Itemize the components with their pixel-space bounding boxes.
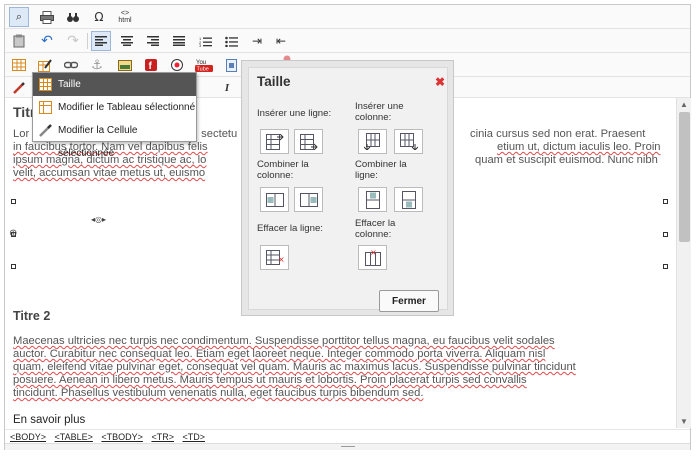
html-icon[interactable]: <> html (115, 7, 135, 27)
label-delete-col: Effacer la colonne: (355, 218, 396, 240)
indent-icon[interactable]: ⇥ (247, 31, 267, 51)
undo-icon[interactable]: ↶ (37, 31, 57, 51)
insert-col-right-icon (399, 133, 418, 150)
path-tag-table[interactable]: <TABLE> (55, 432, 93, 442)
paragraph-2-line-2: auctor. Curabitur nec consequat leo. Eti… (13, 348, 546, 360)
resize-handle[interactable] (11, 264, 16, 269)
scroll-thumb[interactable] (679, 112, 690, 242)
insert-row-above-icon (265, 133, 284, 150)
merge-row-down-button[interactable] (394, 187, 423, 212)
document-icon[interactable] (221, 55, 241, 75)
label-insert-row: Insérer une ligne: (257, 108, 332, 119)
omega-icon[interactable]: Ω (89, 7, 109, 27)
toolbar-row-2: ↶ ↷ 123 ⇥ ⇤ (5, 29, 690, 53)
outdent-icon[interactable]: ⇤ (271, 31, 291, 51)
insert-row-above-button[interactable] (260, 129, 289, 154)
label-merge-row: Combiner la ligne: (355, 159, 407, 181)
scroll-down-icon[interactable]: ▼ (680, 417, 688, 426)
path-tag-body[interactable]: <BODY> (10, 432, 46, 442)
pencil-icon (39, 124, 52, 137)
edit-table-icon (39, 101, 52, 114)
column-resize-icon[interactable]: ◂◎▸ (91, 215, 106, 224)
merge-col-right-button[interactable] (294, 187, 323, 212)
svg-text:Tube: Tube (197, 67, 209, 73)
path-tag-tbody[interactable]: <TBODY> (101, 432, 143, 442)
print-icon[interactable] (37, 7, 57, 27)
insert-col-left-icon (363, 133, 380, 150)
paragraph-2-line-3: quam, eleifend vitae pulvinar eget, cons… (13, 361, 576, 373)
table-context-menu: Taille Modifier le Tableau sélectionné M… (32, 72, 197, 159)
ordered-list-icon[interactable]: 123 (195, 31, 215, 51)
menu-item-label: Modifier le Tableau sélectionné (58, 102, 196, 113)
italic-icon[interactable]: I (217, 78, 237, 98)
taille-dialog: Taille ✖ Insérer une ligne: Insérer une … (241, 60, 454, 316)
insert-col-left-button[interactable] (358, 129, 387, 154)
menu-item-edit-table[interactable]: Modifier le Tableau sélectionné (33, 96, 196, 119)
close-button[interactable]: Fermer (379, 290, 439, 312)
svg-text:3: 3 (199, 43, 202, 47)
delete-col-button[interactable]: × (358, 245, 387, 270)
table-icon (39, 78, 52, 91)
delete-row-button[interactable]: × (260, 245, 289, 270)
menu-item-label: Taille (58, 79, 81, 90)
insert-col-right-button[interactable] (394, 129, 423, 154)
insert-row-below-button[interactable] (294, 129, 323, 154)
menu-item-taille[interactable]: Taille (33, 73, 196, 96)
align-center-icon[interactable] (117, 31, 137, 51)
resize-handle[interactable] (663, 232, 668, 237)
search-icon[interactable]: ⌕ (9, 7, 29, 27)
merge-col-left-icon (265, 192, 284, 207)
align-left-icon[interactable] (91, 31, 111, 51)
resize-handle[interactable] (11, 199, 16, 204)
redo-icon[interactable]: ↷ (63, 31, 83, 51)
resize-handle[interactable] (663, 264, 668, 269)
paragraph-2-line-4: posuere. Aenean in libero metus. Mauris … (13, 374, 527, 386)
label-insert-col: Insérer une colonne: (355, 101, 404, 123)
svg-text:×: × (278, 255, 284, 264)
insert-row-below-icon (299, 133, 318, 150)
toolbar-row-1: ⌕ Ω <> html (5, 5, 690, 29)
table-icon[interactable] (9, 55, 29, 75)
merge-col-right-icon (299, 192, 318, 207)
paragraph-2-line-5: tincidunt. Phasellus vestibulum venenati… (13, 387, 424, 399)
merge-row-up-button[interactable] (358, 187, 387, 212)
binoculars-icon[interactable] (63, 7, 83, 27)
dialog-title: Taille (257, 74, 291, 89)
move-handle-icon[interactable]: ⊕ (9, 228, 17, 239)
scroll-up-icon[interactable]: ▲ (680, 100, 688, 109)
path-tag-tr[interactable]: <TR> (151, 432, 174, 442)
unordered-list-icon[interactable] (221, 31, 241, 51)
more-link-text: En savoir plus (13, 414, 86, 426)
delete-col-icon: × (364, 249, 381, 266)
vertical-scrollbar[interactable]: ▲ ▼ (676, 98, 691, 428)
merge-row-down-icon (401, 190, 416, 209)
resize-handle[interactable] (663, 199, 668, 204)
delete-row-icon: × (265, 250, 284, 265)
merge-col-left-button[interactable] (260, 187, 289, 212)
editor-resize-bar[interactable] (5, 443, 690, 450)
paragraph-2-line-1: Maecenas ultricies nec turpis nec condim… (13, 335, 555, 347)
justify-icon[interactable] (169, 31, 189, 51)
paste-icon[interactable] (9, 31, 29, 51)
merge-row-up-icon (365, 190, 380, 209)
path-tag-td[interactable]: <TD> (182, 432, 205, 442)
svg-text:×: × (370, 249, 377, 257)
element-path-bar: <BODY> <TABLE> <TBODY> <TR> <TD> (5, 429, 690, 443)
pencil-icon[interactable] (9, 78, 29, 98)
close-icon[interactable]: ✖ (435, 75, 445, 89)
align-right-icon[interactable] (143, 31, 163, 51)
menu-item-edit-cell[interactable]: Modifier la Cellule sélectionnée (33, 119, 196, 159)
label-merge-col: Combiner la colonne: (257, 159, 309, 181)
label-delete-row: Effacer la ligne: (257, 223, 323, 234)
dialog-body: Taille ✖ Insérer une ligne: Insérer une … (248, 67, 448, 312)
